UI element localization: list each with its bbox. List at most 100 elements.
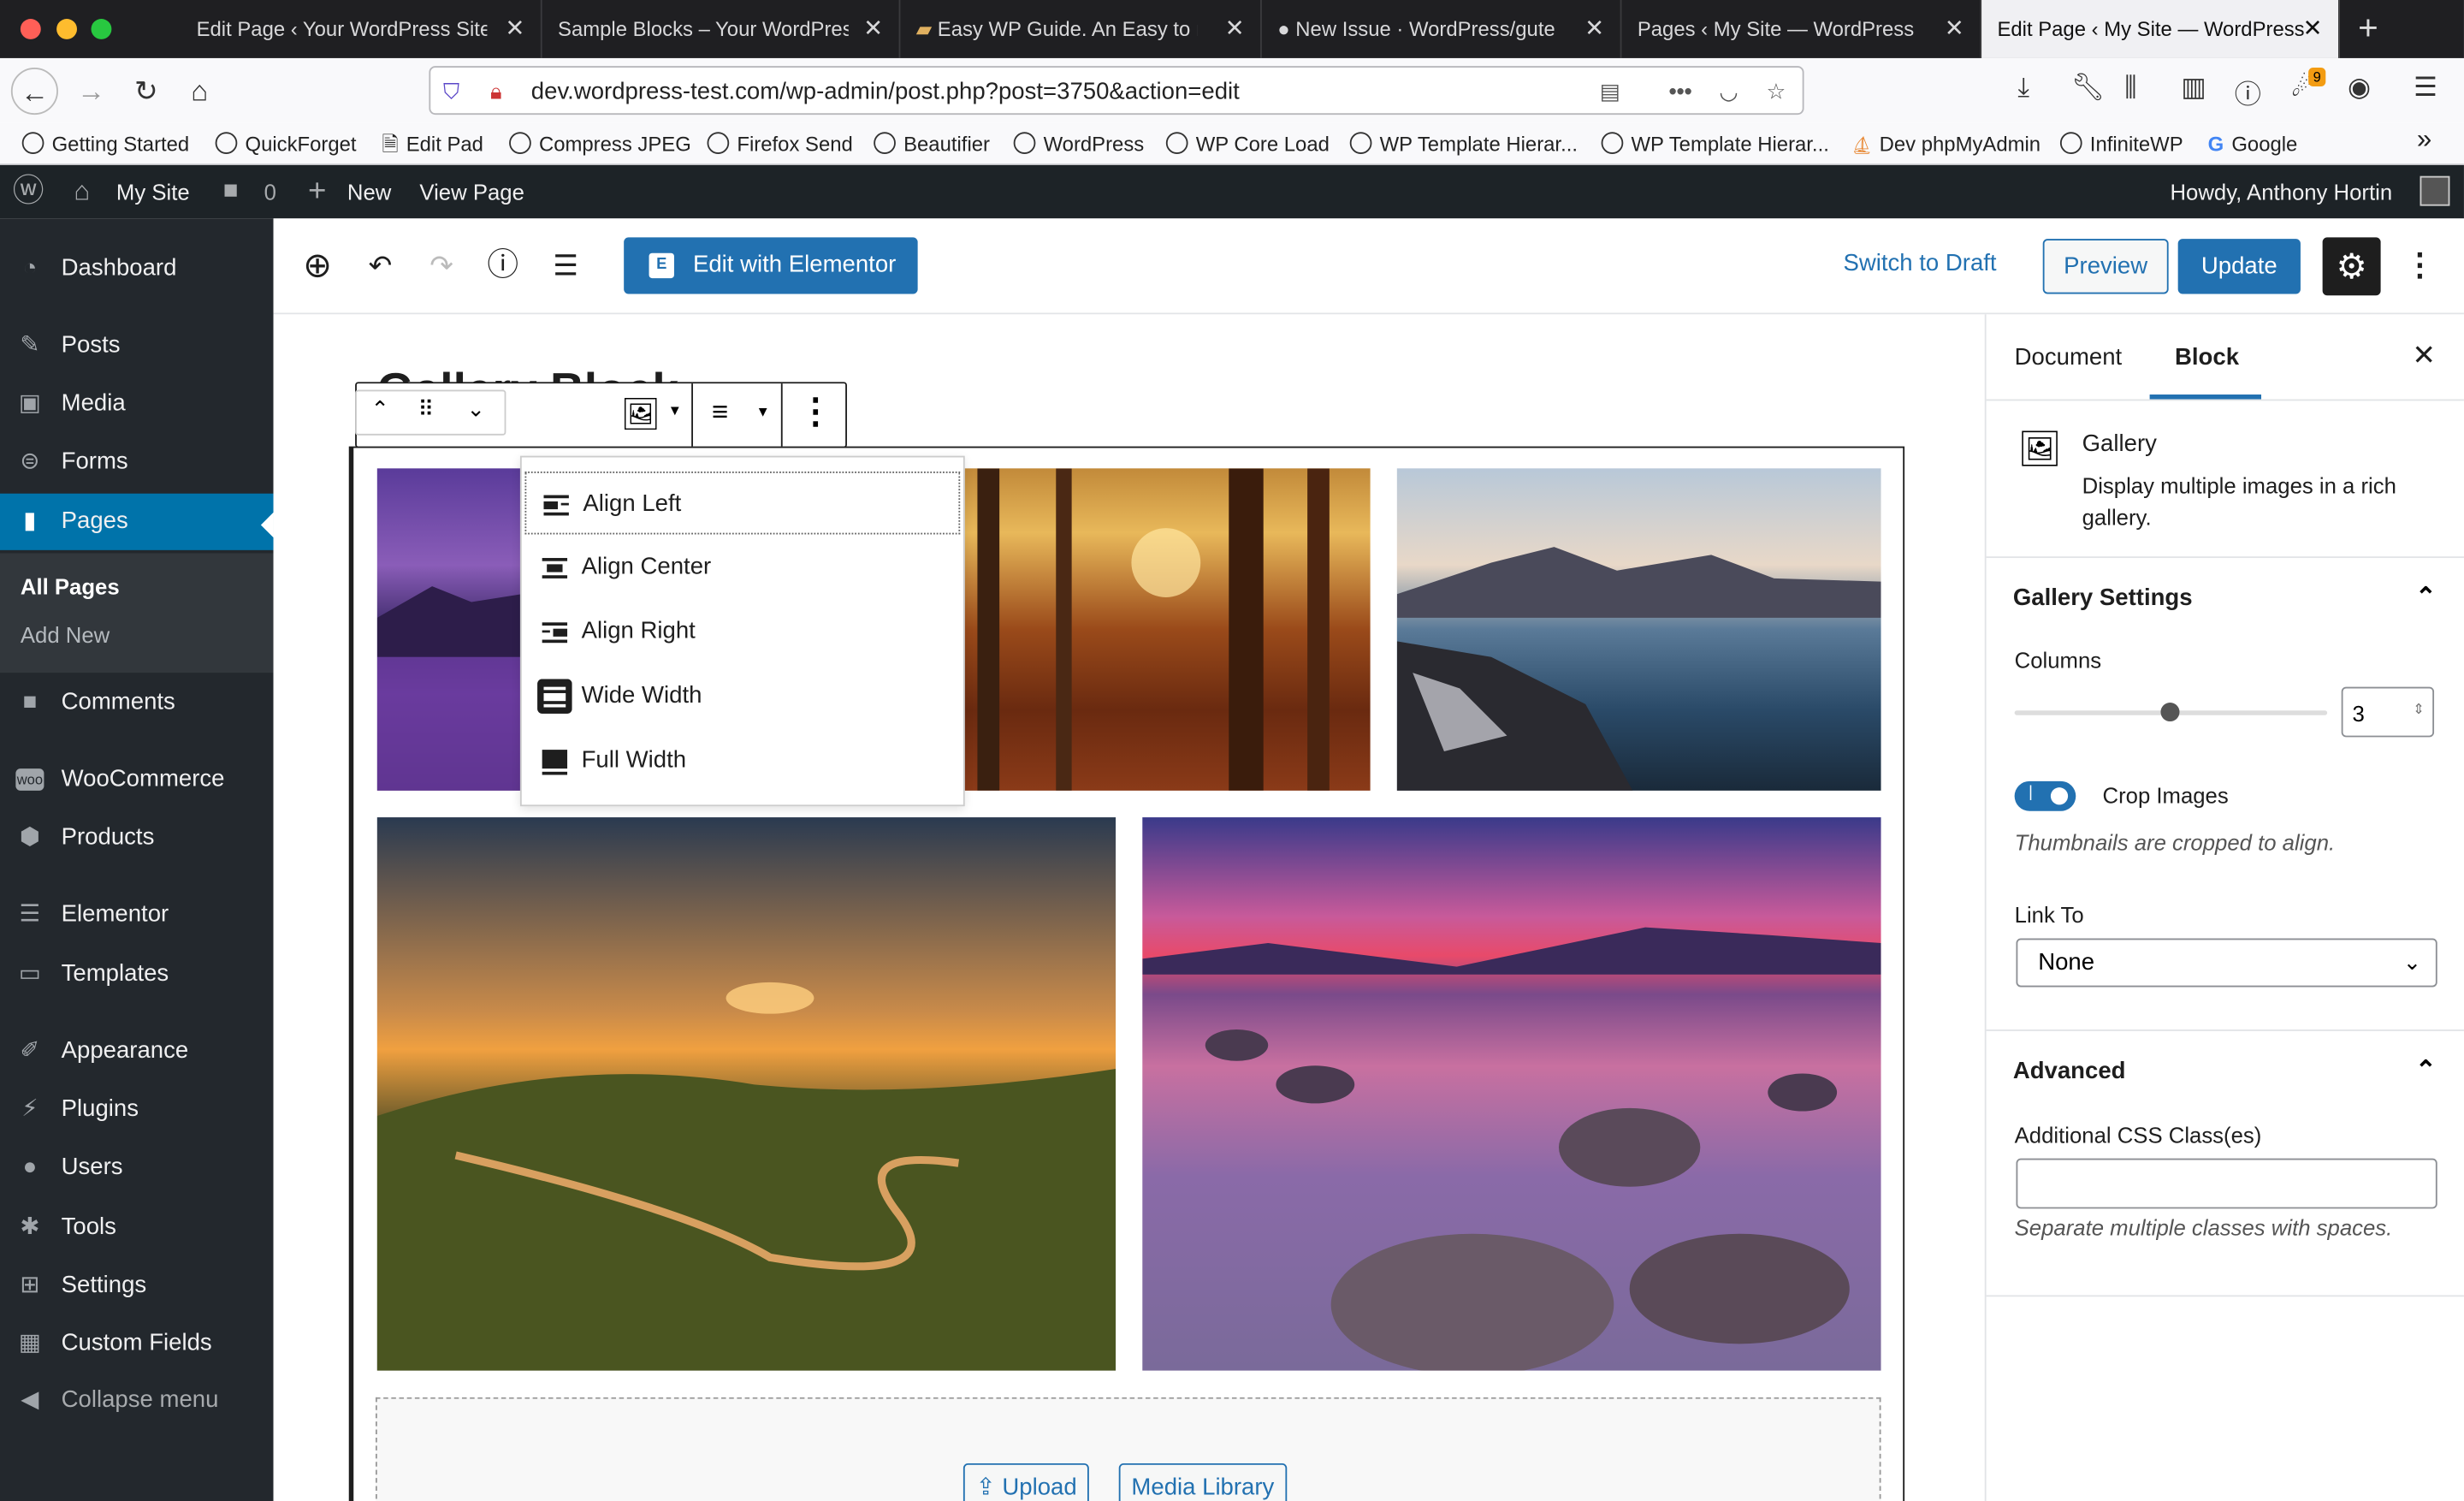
bookmark-item[interactable]: Compress JPEG — [509, 129, 691, 159]
bookmark-star-icon[interactable]: ☆ — [1766, 74, 1786, 108]
sidebar-item-woocommerce[interactable]: woo WooCommerce — [0, 751, 274, 808]
bookmark-item[interactable]: Beautifier — [874, 129, 990, 159]
move-up-icon[interactable]: ⌃ — [370, 396, 389, 423]
url-text[interactable]: dev.wordpress-test.com/wp-admin/post.php… — [531, 68, 1240, 116]
sidebar-item-media[interactable]: ▣ Media — [0, 376, 274, 432]
gallery-settings-toggle[interactable]: Gallery Settings — [2013, 584, 2193, 611]
browser-tab[interactable]: ● New Issue · WordPress/guter ✕ — [1262, 0, 1622, 58]
settings-gear-button[interactable]: ⚙ — [2322, 237, 2381, 296]
shield-icon[interactable]: ⛉ — [443, 74, 459, 108]
sidebar-item-settings[interactable]: ⊞ Settings — [0, 1257, 274, 1314]
browser-tab[interactable]: ▰ Easy WP Guide. An Easy to r ✕ — [900, 0, 1262, 58]
css-class-input[interactable] — [2016, 1158, 2437, 1209]
avatar[interactable] — [2420, 175, 2450, 206]
gallery-image-lake[interactable] — [1142, 817, 1881, 1371]
align-center-option[interactable]: Align Center — [524, 536, 960, 598]
gallery-image-coast[interactable] — [1396, 468, 1881, 791]
sidebar-item-tools[interactable]: ✱ Tools — [0, 1199, 274, 1255]
tab-document[interactable]: Document — [2015, 344, 2123, 371]
submenu-add-new[interactable]: Add New — [21, 622, 110, 647]
more-tools-button[interactable]: ⋮ — [2404, 246, 2436, 289]
add-block-icon[interactable]: ⊕ — [297, 246, 338, 287]
gallery-image-lavender[interactable] — [376, 468, 522, 791]
browser-tab[interactable]: Edit Page ‹ Your WordPress Site ✕ — [181, 0, 542, 58]
sidebar-item-elementor[interactable]: ☰ Elementor — [0, 887, 274, 943]
sidebar-item-products[interactable]: ⬢ Products — [0, 810, 274, 866]
view-page-link[interactable]: View Page — [419, 165, 524, 218]
site-name-link[interactable]: My Site — [116, 165, 190, 218]
close-icon[interactable]: ✕ — [2412, 340, 2436, 373]
close-tab-icon[interactable]: ✕ — [2303, 0, 2323, 58]
block-navigation-icon[interactable]: ☰ — [545, 246, 586, 287]
columns-number-input[interactable]: 3 ⇕ — [2341, 686, 2435, 738]
close-tab-icon[interactable]: ✕ — [505, 0, 524, 58]
bookmark-item[interactable]: Getting Started — [21, 129, 190, 159]
menu-icon[interactable]: ☰ — [2414, 72, 2437, 104]
account-menu[interactable]: Howdy, Anthony Hortin — [2170, 165, 2392, 218]
library-icon[interactable]: ⫼ — [2124, 72, 2136, 104]
sidebar-item-dashboard[interactable]: ◔ Dashboard — [0, 240, 274, 297]
collapse-menu-button[interactable]: ◀ Collapse menu — [0, 1372, 274, 1428]
link-to-select[interactable]: None ⌄ — [2016, 938, 2437, 988]
upload-button[interactable]: ⇪ Upload — [962, 1462, 1090, 1501]
drag-handle-icon[interactable]: ⠿ — [418, 396, 435, 423]
browser-tab-active[interactable]: Edit Page ‹ My Site — WordPress ✕ — [1981, 0, 2340, 58]
block-more-options-button[interactable]: ⋮ — [798, 391, 832, 432]
chevron-up-icon[interactable]: ⌃ — [2415, 582, 2437, 614]
submenu-all-pages[interactable]: All Pages — [21, 573, 120, 598]
new-tab-button[interactable]: + — [2344, 0, 2391, 58]
downloads-icon[interactable]: ⤓ — [2017, 72, 2029, 104]
align-right-option[interactable]: Align Right — [524, 601, 960, 663]
bookmark-item[interactable]: G Google — [2208, 129, 2298, 159]
close-tab-icon[interactable]: ✕ — [1584, 0, 1604, 58]
home-icon[interactable]: ⌂ — [74, 165, 90, 218]
switch-to-draft-button[interactable]: Switch to Draft — [1843, 250, 1996, 276]
sidebar-item-posts[interactable]: ✎ Posts — [0, 317, 274, 374]
minimize-window-button[interactable] — [56, 19, 77, 39]
redo-icon[interactable]: ↷ — [421, 246, 462, 287]
preview-button[interactable]: Preview — [2042, 239, 2169, 294]
bookmark-item[interactable]: 🗎︎ Edit Pad — [382, 129, 483, 159]
bookmark-item[interactable]: Firefox Send — [707, 129, 853, 159]
sidebar-item-forms[interactable]: ⊜ Forms — [0, 434, 274, 490]
more-bookmarks-icon[interactable]: » — [2417, 124, 2431, 154]
bookmark-item[interactable]: QuickForget — [215, 129, 357, 159]
bookmark-item[interactable]: ⛵︎ Dev phpMyAdmin — [1851, 129, 2040, 163]
page-actions-icon[interactable]: ••• — [1669, 74, 1692, 108]
comments-count[interactable]: 0 — [264, 165, 276, 218]
forward-button[interactable]: → — [68, 68, 115, 115]
back-button[interactable]: ← — [10, 67, 58, 116]
wordpress-logo-icon[interactable]: ⓦ — [13, 165, 44, 218]
sidebar-item-custom-fields[interactable]: ▦ Custom Fields — [0, 1315, 274, 1372]
sidebar-item-users[interactable]: ● Users — [0, 1140, 274, 1196]
move-down-icon[interactable]: ⌄ — [466, 396, 485, 423]
close-tab-icon[interactable]: ✕ — [863, 0, 883, 58]
sidebar-item-templates[interactable]: ▭ Templates — [0, 946, 274, 1003]
update-button[interactable]: Update — [2177, 239, 2301, 294]
alignment-button[interactable]: ≡ ▼ — [693, 383, 783, 447]
sidebar-item-comments[interactable]: ■ Comments — [0, 674, 274, 731]
close-tab-icon[interactable]: ✕ — [1945, 0, 1964, 58]
spinner-icon[interactable]: ⇕ — [2413, 701, 2425, 718]
maximize-window-button[interactable] — [91, 19, 112, 39]
gallery-image-forest[interactable] — [962, 468, 1371, 791]
columns-slider-handle[interactable] — [2160, 703, 2180, 722]
bookmark-item[interactable]: InfiniteWP — [2059, 129, 2183, 159]
sidebar-item-pages[interactable]: ▮ Pages — [0, 493, 274, 550]
gallery-image-valley[interactable] — [376, 817, 1116, 1371]
browser-tab[interactable]: Sample Blocks – Your WordPress ✕ — [542, 0, 901, 58]
close-tab-icon[interactable]: ✕ — [1225, 0, 1245, 58]
chevron-up-icon[interactable]: ⌃ — [2415, 1054, 2437, 1086]
sidebar-item-appearance[interactable]: ✐ Appearance — [0, 1023, 274, 1080]
tab-block[interactable]: Block — [2175, 344, 2239, 371]
bookmark-item[interactable]: WP Core Load — [1165, 129, 1330, 159]
home-button[interactable]: ⌂ — [176, 68, 223, 115]
media-library-button[interactable]: Media Library — [1118, 1462, 1288, 1501]
account-icon[interactable]: ◉ — [2348, 72, 2371, 104]
browser-tab[interactable]: Pages ‹ My Site — WordPress ✕ — [1621, 0, 1982, 58]
comment-icon[interactable]: ■ — [223, 165, 239, 218]
new-content-link[interactable]: New — [347, 165, 391, 218]
close-window-button[interactable] — [20, 19, 41, 39]
url-bar[interactable]: ⛉ 🔒︎ dev.wordpress-test.com/wp-admin/pos… — [429, 66, 1804, 116]
bookmark-item[interactable]: WP Template Hierar... — [1601, 129, 1829, 159]
